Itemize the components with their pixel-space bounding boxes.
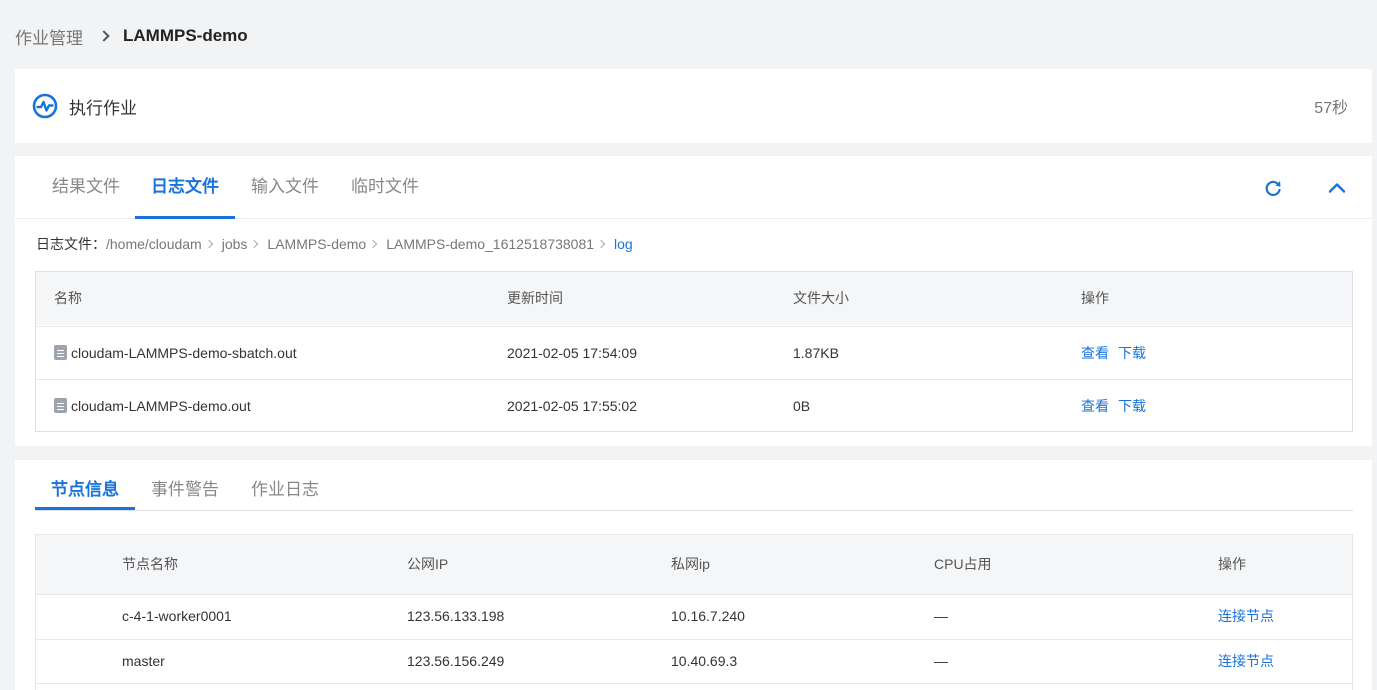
path-label: 日志文件：: [36, 236, 106, 252]
file-path: 日志文件： /home/cloudam jobs LAMMPS-demo LAM…: [36, 232, 633, 256]
column-header-op: 操作: [1218, 556, 1246, 572]
elapsed-time: 57秒: [1314, 100, 1348, 117]
path-segment[interactable]: LAMMPS-demo: [267, 236, 366, 252]
breadcrumb: 作业管理 LAMMPS-demo: [15, 24, 248, 48]
file-icon: [54, 345, 67, 360]
node-private-ip: 10.16.7.240: [671, 608, 745, 624]
tab-log-files[interactable]: 日志文件: [135, 156, 235, 219]
refresh-icon[interactable]: [1262, 177, 1284, 199]
tab-input-files[interactable]: 输入文件: [235, 156, 335, 219]
table-row: cloudam-LAMMPS-demo.out 2021-02-05 17:55…: [36, 379, 1352, 432]
file-time: 2021-02-05 17:55:02: [507, 398, 637, 414]
node-card: 节点信息 事件警告 作业日志 节点名称 公网IP 私网ip CPU占用 操作 c…: [15, 460, 1372, 690]
table-row: cloudam-LAMMPS-demo-sbatch.out 2021-02-0…: [36, 326, 1352, 379]
table-header: 名称 更新时间 文件大小 操作: [36, 272, 1352, 325]
tab-node-info[interactable]: 节点信息: [35, 460, 135, 510]
view-link[interactable]: 查看: [1081, 398, 1109, 414]
path-segment[interactable]: LAMMPS-demo_1612518738081: [386, 236, 594, 252]
node-cpu: —: [934, 653, 948, 669]
node-public-ip: 123.56.156.249: [407, 653, 505, 669]
tab-job-log[interactable]: 作业日志: [235, 460, 335, 510]
job-status-card: 执行作业 57秒: [15, 69, 1372, 143]
column-header-name: 名称: [54, 290, 82, 306]
table-header: 节点名称 公网IP 私网ip CPU占用 操作: [36, 535, 1352, 594]
path-segment[interactable]: /home/cloudam: [106, 236, 202, 252]
column-header-op: 操作: [1081, 290, 1109, 306]
path-segment[interactable]: jobs: [222, 236, 248, 252]
file-tabs: 结果文件 日志文件 输入文件 临时文件: [15, 156, 1372, 219]
column-header-time: 更新时间: [507, 290, 563, 306]
node-name: c-4-1-worker0001: [122, 608, 232, 624]
table-row: master 123.56.156.249 10.40.69.3 — 连接节点: [36, 639, 1352, 684]
connect-node-link[interactable]: 连接节点: [1218, 595, 1274, 638]
node-cpu: —: [934, 608, 948, 624]
download-link[interactable]: 下载: [1118, 398, 1146, 414]
path-segment-current[interactable]: log: [614, 236, 633, 252]
column-header-cpu: CPU占用: [934, 556, 992, 572]
tab-result-files[interactable]: 结果文件: [36, 156, 136, 219]
connect-node-link[interactable]: 连接节点: [1218, 640, 1274, 683]
file-size: 1.87KB: [793, 345, 839, 361]
column-header-node-name: 节点名称: [122, 556, 178, 572]
chevron-right-icon: [251, 237, 261, 251]
status-title: 执行作业: [69, 98, 137, 118]
column-header-size: 文件大小: [793, 290, 849, 306]
breadcrumb-parent-link[interactable]: 作业管理: [15, 24, 83, 49]
chevron-right-icon: [370, 237, 380, 251]
page-title: LAMMPS-demo: [123, 26, 248, 45]
files-card: 结果文件 日志文件 输入文件 临时文件 日志文件： /home/cloudam …: [15, 156, 1372, 446]
chevron-right-icon: [206, 237, 216, 251]
node-public-ip: 123.56.133.198: [407, 608, 505, 624]
node-name: master: [122, 653, 165, 669]
file-name-cell: cloudam-LAMMPS-demo-sbatch.out: [54, 327, 297, 380]
view-link[interactable]: 查看: [1081, 345, 1109, 361]
file-size: 0B: [793, 398, 811, 414]
tab-event-alerts[interactable]: 事件警告: [135, 460, 235, 510]
table-row: c-4-1-worker0001 123.56.133.198 10.16.7.…: [36, 594, 1352, 639]
page: 作业管理 LAMMPS-demo 执行作业 57秒 结果文件 日志文件 输入文件…: [0, 0, 1377, 690]
chevron-right-icon: [598, 237, 608, 251]
download-link[interactable]: 下载: [1118, 345, 1146, 361]
file-actions: 查看 下载: [1081, 380, 1155, 433]
node-tabs: 节点信息 事件警告 作业日志: [35, 460, 1353, 511]
column-header-private-ip: 私网ip: [671, 556, 710, 572]
file-table: 名称 更新时间 文件大小 操作 cloudam-LAMMPS-demo-sbat…: [35, 271, 1353, 432]
file-name: cloudam-LAMMPS-demo.out: [71, 398, 251, 414]
node-private-ip: 10.40.69.3: [671, 653, 738, 669]
tab-temp-files[interactable]: 临时文件: [335, 156, 435, 219]
chevron-right-icon: [99, 24, 109, 48]
file-name: cloudam-LAMMPS-demo-sbatch.out: [71, 345, 297, 361]
file-name-cell: cloudam-LAMMPS-demo.out: [54, 380, 251, 433]
chevron-up-icon[interactable]: [1326, 177, 1348, 199]
activity-pulse-icon: [32, 93, 58, 119]
file-icon: [54, 398, 67, 413]
node-table: 节点名称 公网IP 私网ip CPU占用 操作 c-4-1-worker0001…: [35, 534, 1353, 690]
file-time: 2021-02-05 17:54:09: [507, 345, 637, 361]
column-header-public-ip: 公网IP: [407, 556, 449, 572]
file-actions: 查看 下载: [1081, 327, 1155, 380]
